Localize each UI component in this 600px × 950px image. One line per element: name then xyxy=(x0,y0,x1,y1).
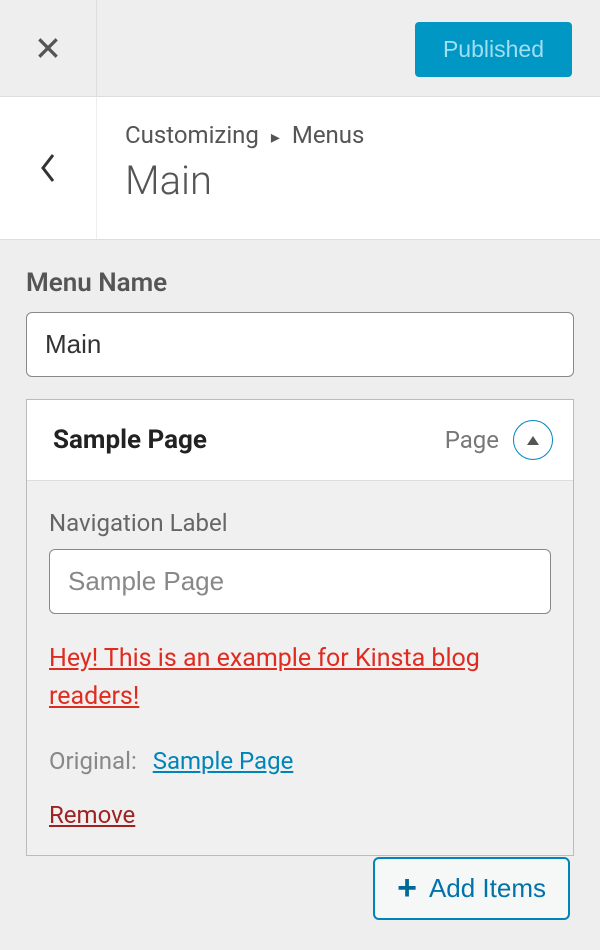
back-button[interactable] xyxy=(0,97,97,239)
page-title: Main xyxy=(125,157,364,204)
publish-button[interactable]: Published xyxy=(415,22,572,77)
original-link[interactable]: Sample Page xyxy=(153,747,294,775)
menu-name-input[interactable] xyxy=(26,312,574,377)
chevron-up-icon xyxy=(526,434,540,446)
menu-item-header[interactable]: Sample Page Page xyxy=(27,400,573,481)
navigation-label-input[interactable] xyxy=(49,549,551,614)
close-icon xyxy=(35,35,61,61)
menu-name-label: Menu Name xyxy=(26,268,574,298)
breadcrumb-root: Customizing xyxy=(125,121,259,149)
menu-item-title: Sample Page xyxy=(53,425,445,455)
description-link[interactable]: Hey! This is an example for Kinsta blog … xyxy=(49,640,551,715)
original-label: Original: xyxy=(49,747,137,775)
breadcrumb-text: Customizing ▸ Menus Main xyxy=(97,97,374,239)
close-button[interactable] xyxy=(0,0,97,97)
plus-icon: + xyxy=(397,880,417,897)
navigation-label-label: Navigation Label xyxy=(49,509,551,537)
customizer-body: Menu Name Sample Page Page Navigation La… xyxy=(0,240,600,884)
breadcrumb-parent[interactable]: Menus xyxy=(292,121,365,149)
menu-item-body: Navigation Label Hey! This is an example… xyxy=(27,481,573,855)
menu-item: Sample Page Page Navigation Label Hey! T… xyxy=(26,399,574,856)
add-items-button[interactable]: + Add Items xyxy=(373,857,570,920)
remove-link[interactable]: Remove xyxy=(49,801,135,829)
breadcrumb-arrow-icon: ▸ xyxy=(271,127,280,148)
collapse-toggle[interactable] xyxy=(513,420,553,460)
breadcrumb: Customizing ▸ Menus xyxy=(125,121,364,149)
breadcrumb-panel: Customizing ▸ Menus Main xyxy=(0,97,600,240)
top-bar: Published xyxy=(0,0,600,97)
add-items-label: Add Items xyxy=(429,873,546,904)
chevron-left-icon xyxy=(38,152,58,184)
original-row: Original: Sample Page xyxy=(49,747,551,775)
menu-item-type: Page xyxy=(445,426,499,454)
